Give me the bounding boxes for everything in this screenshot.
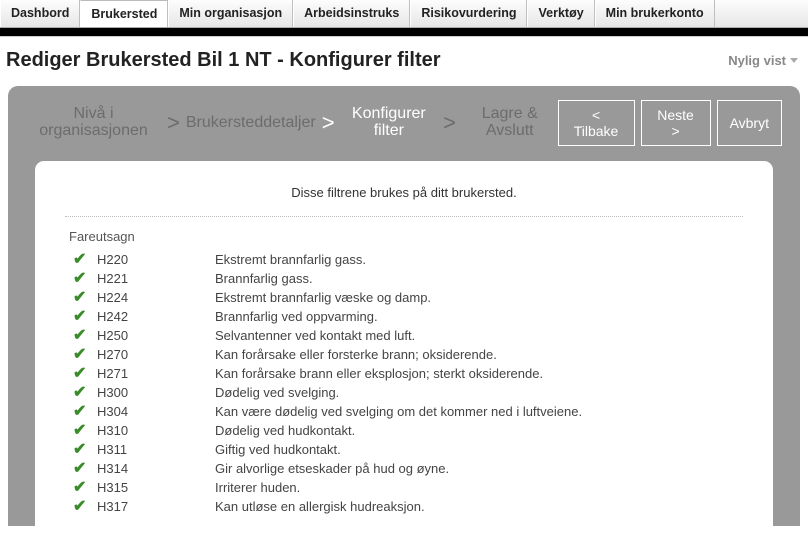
main-menubar: Dashbord Brukersted Min organisasjon Arb… xyxy=(0,0,808,28)
hazard-code: H271 xyxy=(97,366,215,381)
menubar-divider xyxy=(0,28,808,36)
list-item: ✔ H311 Giftig ved hudkontakt. xyxy=(65,440,743,459)
hazard-desc: Gir alvorlige etseskader på hud og øyne. xyxy=(215,461,449,476)
hazard-desc: Selvantenner ved kontakt med luft. xyxy=(215,328,415,343)
wizard-actions: < Tilbake Neste > Avbryt xyxy=(558,100,782,146)
list-item: ✔ H317 Kan utløse en allergisk hudreaksj… xyxy=(65,497,743,516)
check-icon: ✔ xyxy=(73,442,97,458)
hazard-code: H270 xyxy=(97,347,215,362)
wizard-step-level[interactable]: Nivå i organisasjonen xyxy=(26,106,161,140)
check-icon: ✔ xyxy=(73,480,97,496)
hazard-desc: Dødelig ved hudkontakt. xyxy=(215,423,355,438)
list-item: ✔ H304 Kan være dødelig ved svelging om … xyxy=(65,402,743,421)
list-item: ✔ H310 Dødelig ved hudkontakt. xyxy=(65,421,743,440)
hazard-code: H311 xyxy=(97,442,215,457)
menu-item-dashbord[interactable]: Dashbord xyxy=(0,0,80,27)
hazard-code: H317 xyxy=(97,499,215,514)
hazard-desc: Ekstremt brannfarlig væske og damp. xyxy=(215,290,431,305)
check-icon: ✔ xyxy=(73,309,97,325)
cancel-button[interactable]: Avbryt xyxy=(717,100,782,146)
list-item: ✔ H315 Irriterer huden. xyxy=(65,478,743,497)
hazard-code: H304 xyxy=(97,404,215,419)
chevron-right-icon: > xyxy=(437,112,462,134)
check-icon: ✔ xyxy=(73,271,97,287)
hazard-code: H220 xyxy=(97,252,215,267)
list-item: ✔ H221 Brannfarlig gass. xyxy=(65,269,743,288)
hazard-desc: Ekstremt brannfarlig gass. xyxy=(215,252,366,267)
hazard-list: ✔ H220 Ekstremt brannfarlig gass. ✔ H221… xyxy=(65,250,743,516)
hazard-code: H314 xyxy=(97,461,215,476)
list-item: ✔ H220 Ekstremt brannfarlig gass. xyxy=(65,250,743,269)
wizard-step-save-exit[interactable]: Lagre & Avslutt xyxy=(462,106,558,140)
hazard-desc: Kan forårsake brann eller eksplosjon; st… xyxy=(215,366,543,381)
page-title: Rediger Brukersted Bil 1 NT - Konfigurer… xyxy=(6,49,441,72)
list-item: ✔ H224 Ekstremt brannfarlig væske og dam… xyxy=(65,288,743,307)
menu-item-arbeidsinstruks[interactable]: Arbeidsinstruks xyxy=(293,0,410,27)
list-item: ✔ H242 Brannfarlig ved oppvarming. xyxy=(65,307,743,326)
check-icon: ✔ xyxy=(73,461,97,477)
check-icon: ✔ xyxy=(73,366,97,382)
hazard-desc: Irriterer huden. xyxy=(215,480,300,495)
wizard-step-configure-filter[interactable]: Konfigurer filter xyxy=(341,106,438,140)
list-item: ✔ H300 Dødelig ved svelging. xyxy=(65,383,743,402)
hazard-desc: Kan utløse en allergisk hudreaksjon. xyxy=(215,499,425,514)
list-item: ✔ H250 Selvantenner ved kontakt med luft… xyxy=(65,326,743,345)
hazard-desc: Kan være dødelig ved svelging om det kom… xyxy=(215,404,582,419)
hazard-desc: Dødelig ved svelging. xyxy=(215,385,339,400)
hazard-code: H310 xyxy=(97,423,215,438)
hazard-desc: Kan forårsake eller forsterke brann; oks… xyxy=(215,347,497,362)
menu-item-min-organisasjon[interactable]: Min organisasjon xyxy=(168,0,293,27)
dotted-divider xyxy=(65,216,743,217)
menu-item-min-brukerkonto[interactable]: Min brukerkonto xyxy=(595,0,715,27)
wizard-breadcrumbs: Nivå i organisasjonen > Brukersteddetalj… xyxy=(26,106,558,140)
list-item: ✔ H270 Kan forårsake eller forsterke bra… xyxy=(65,345,743,364)
content-card: Disse filtrene brukes på ditt brukersted… xyxy=(34,160,774,526)
check-icon: ✔ xyxy=(73,423,97,439)
chevron-right-icon: > xyxy=(316,112,341,134)
check-icon: ✔ xyxy=(73,328,97,344)
recently-viewed-label: Nylig vist xyxy=(728,53,786,68)
hazard-code: H250 xyxy=(97,328,215,343)
hazard-desc: Brannfarlig gass. xyxy=(215,271,313,286)
wizard-row: Nivå i organisasjonen > Brukersteddetalj… xyxy=(26,100,782,160)
check-icon: ✔ xyxy=(73,252,97,268)
wizard-step-details[interactable]: Brukersteddetaljer xyxy=(186,115,316,132)
hazard-desc: Brannfarlig ved oppvarming. xyxy=(215,309,378,324)
hazard-code: H242 xyxy=(97,309,215,324)
next-button[interactable]: Neste > xyxy=(641,100,711,146)
hazard-code: H315 xyxy=(97,480,215,495)
check-icon: ✔ xyxy=(73,290,97,306)
wizard-panel: Nivå i organisasjonen > Brukersteddetalj… xyxy=(8,86,800,526)
list-item: ✔ H271 Kan forårsake brann eller eksplos… xyxy=(65,364,743,383)
intro-text: Disse filtrene brukes på ditt brukersted… xyxy=(65,185,743,216)
menu-item-brukersted[interactable]: Brukersted xyxy=(80,0,168,27)
check-icon: ✔ xyxy=(73,385,97,401)
page-header: Rediger Brukersted Bil 1 NT - Konfigurer… xyxy=(0,37,808,82)
hazard-desc: Giftig ved hudkontakt. xyxy=(215,442,341,457)
back-button[interactable]: < Tilbake xyxy=(558,100,635,146)
caret-down-icon xyxy=(790,58,798,63)
menu-item-verktoy[interactable]: Verktøy xyxy=(527,0,594,27)
hazard-code: H221 xyxy=(97,271,215,286)
chevron-right-icon: > xyxy=(161,112,186,134)
recently-viewed-dropdown[interactable]: Nylig vist xyxy=(728,53,798,68)
list-item: ✔ H314 Gir alvorlige etseskader på hud o… xyxy=(65,459,743,478)
hazard-code: H224 xyxy=(97,290,215,305)
menu-item-risikovurdering[interactable]: Risikovurdering xyxy=(410,0,527,27)
section-label: Fareutsagn xyxy=(69,229,743,244)
check-icon: ✔ xyxy=(73,499,97,515)
hazard-code: H300 xyxy=(97,385,215,400)
check-icon: ✔ xyxy=(73,347,97,363)
check-icon: ✔ xyxy=(73,404,97,420)
